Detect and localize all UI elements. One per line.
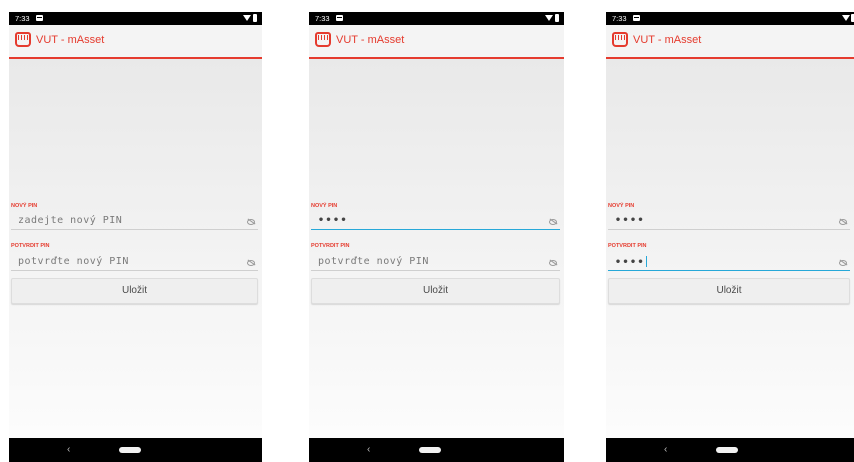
visibility-toggle-icon[interactable] bbox=[549, 260, 557, 266]
status-time: 7:33 bbox=[15, 14, 30, 23]
notification-icon bbox=[336, 15, 343, 21]
notification-icon bbox=[36, 15, 43, 21]
visibility-toggle-icon[interactable] bbox=[247, 219, 255, 225]
phone-screen-1: 7:33 VUT - mAsset NOVÝ PIN zadejte nový … bbox=[9, 12, 262, 462]
phone-screen-3: 7:33 VUT - mAsset NOVÝ PIN •••• POTVRDIT… bbox=[606, 12, 854, 462]
confirm-pin-label: POTVRDIT PIN bbox=[608, 243, 647, 249]
save-button[interactable]: Uložit bbox=[311, 278, 560, 304]
new-pin-field[interactable]: •••• bbox=[311, 213, 560, 230]
confirm-pin-placeholder: potvrďte nový PIN bbox=[18, 256, 129, 267]
home-pill-icon[interactable] bbox=[716, 447, 738, 453]
battery-icon bbox=[555, 14, 559, 22]
app-title: VUT - mAsset bbox=[336, 34, 405, 46]
wifi-icon bbox=[243, 15, 251, 21]
status-time: 7:33 bbox=[612, 14, 627, 23]
confirm-pin-input: •••• bbox=[615, 256, 648, 268]
new-pin-label: NOVÝ PIN bbox=[608, 203, 635, 209]
status-bar: 7:33 bbox=[9, 12, 262, 25]
app-title: VUT - mAsset bbox=[36, 34, 105, 46]
home-pill-icon[interactable] bbox=[119, 447, 141, 453]
visibility-toggle-icon[interactable] bbox=[247, 260, 255, 266]
app-logo-icon bbox=[15, 32, 31, 47]
new-pin-field[interactable]: •••• bbox=[608, 213, 850, 230]
back-icon[interactable]: ‹ bbox=[664, 444, 667, 456]
visibility-toggle-icon[interactable] bbox=[839, 219, 847, 225]
visibility-toggle-icon[interactable] bbox=[839, 260, 847, 266]
wifi-icon bbox=[842, 15, 850, 21]
new-pin-placeholder: zadejte nový PIN bbox=[18, 215, 123, 226]
navigation-bar: ‹ bbox=[9, 438, 262, 462]
home-pill-icon[interactable] bbox=[419, 447, 441, 453]
app-title: VUT - mAsset bbox=[633, 34, 702, 46]
confirm-pin-label: POTVRDIT PIN bbox=[311, 243, 350, 249]
pin-form: NOVÝ PIN •••• POTVRDIT PIN potvrďte nový… bbox=[309, 59, 564, 438]
confirm-pin-field[interactable]: potvrďte nový PIN bbox=[311, 254, 560, 271]
save-button[interactable]: Uložit bbox=[11, 278, 258, 304]
status-time: 7:33 bbox=[315, 14, 330, 23]
new-pin-field[interactable]: zadejte nový PIN bbox=[11, 213, 258, 230]
app-bar: VUT - mAsset bbox=[9, 25, 262, 59]
confirm-pin-placeholder: potvrďte nový PIN bbox=[318, 256, 429, 267]
visibility-toggle-icon[interactable] bbox=[549, 219, 557, 225]
navigation-bar: ‹ bbox=[309, 438, 564, 462]
pin-form: NOVÝ PIN zadejte nový PIN POTVRDIT PIN p… bbox=[9, 59, 262, 438]
notification-icon bbox=[633, 15, 640, 21]
confirm-pin-value: •••• bbox=[615, 257, 646, 268]
navigation-bar: ‹ bbox=[606, 438, 854, 462]
confirm-pin-label: POTVRDIT PIN bbox=[11, 243, 50, 249]
status-bar: 7:33 bbox=[309, 12, 564, 25]
status-bar: 7:33 bbox=[606, 12, 854, 25]
app-logo-icon bbox=[612, 32, 628, 47]
confirm-pin-field[interactable]: potvrďte nový PIN bbox=[11, 254, 258, 271]
pin-form: NOVÝ PIN •••• POTVRDIT PIN •••• Uložit bbox=[606, 59, 854, 438]
app-bar: VUT - mAsset bbox=[606, 25, 854, 59]
back-icon[interactable]: ‹ bbox=[367, 444, 370, 456]
new-pin-label: NOVÝ PIN bbox=[311, 203, 338, 209]
wifi-icon bbox=[545, 15, 553, 21]
app-logo-icon bbox=[315, 32, 331, 47]
new-pin-value: •••• bbox=[615, 215, 646, 226]
new-pin-label: NOVÝ PIN bbox=[11, 203, 38, 209]
save-button[interactable]: Uložit bbox=[608, 278, 850, 304]
app-bar: VUT - mAsset bbox=[309, 25, 564, 59]
phone-screen-2: 7:33 VUT - mAsset NOVÝ PIN •••• POTVRDIT… bbox=[309, 12, 564, 462]
back-icon[interactable]: ‹ bbox=[67, 444, 70, 456]
new-pin-value: •••• bbox=[318, 215, 349, 226]
confirm-pin-field[interactable]: •••• bbox=[608, 254, 850, 271]
battery-icon bbox=[253, 14, 257, 22]
text-cursor bbox=[646, 256, 648, 267]
